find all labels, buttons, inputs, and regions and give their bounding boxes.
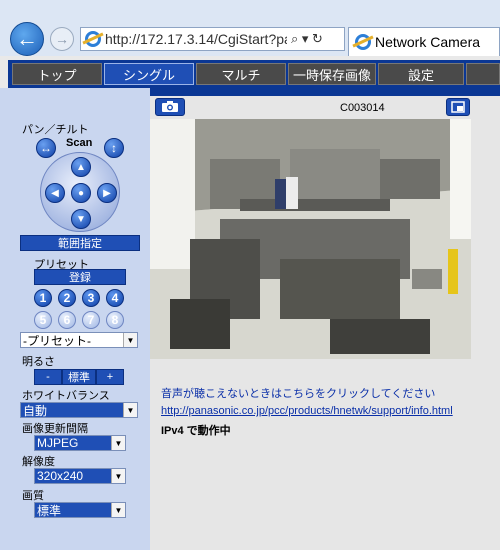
scan-label: Scan: [66, 137, 93, 149]
vertical-arrows-icon: ↕: [111, 141, 117, 155]
horizontal-arrows-icon: ↔: [40, 141, 52, 155]
fullscreen-icon: [451, 101, 465, 113]
pan-left-button[interactable]: ◀: [45, 183, 65, 203]
brightness-plus-button[interactable]: +: [96, 369, 124, 385]
pan-tilt-pad: ▲ ◀ ● ▶ ▼: [40, 152, 120, 232]
chevron-down-icon: ▼: [111, 469, 125, 483]
refresh-interval-select[interactable]: MJPEG ▼: [34, 435, 126, 451]
tab-ie-icon: [355, 34, 371, 50]
chevron-down-icon: ▼: [111, 436, 125, 450]
tab-single[interactable]: シングル: [104, 63, 194, 85]
home-dot-icon: ●: [77, 187, 85, 199]
resolution-value: 320x240: [35, 469, 111, 483]
brightness-standard-button[interactable]: 標準: [62, 369, 96, 385]
refresh-interval-label: 画像更新間隔: [22, 423, 88, 435]
chevron-down-icon: ▼: [123, 403, 137, 417]
white-balance-value: 自動: [21, 403, 123, 417]
resolution-label: 解像度: [22, 456, 55, 468]
quality-select[interactable]: 標準 ▼: [34, 502, 126, 518]
horizontal-scan-button[interactable]: ↔: [36, 138, 56, 158]
audio-notice-link[interactable]: 音声が聴こえないときはこちらをクリックしてください: [161, 385, 435, 401]
tilt-down-button[interactable]: ▼: [71, 209, 91, 229]
preset-5-button[interactable]: 5: [34, 311, 52, 329]
chevron-down-icon: ▼: [123, 333, 137, 347]
right-arrow-icon: ▶: [103, 187, 111, 199]
preset-2-button[interactable]: 2: [58, 289, 76, 307]
preset-select[interactable]: -プリセット- ▼: [20, 332, 138, 348]
tab-overflow[interactable]: [466, 63, 500, 85]
down-arrow-icon: ▼: [76, 213, 86, 225]
brightness-label: 明るさ: [22, 356, 55, 368]
white-balance-select[interactable]: 自動 ▼: [20, 402, 138, 418]
forward-arrow-icon: →: [55, 31, 69, 47]
camera-name: C003014: [340, 102, 385, 114]
browser-chrome: ← → http://172.17.3.14/CgiStart?pag ⌕ ▾ …: [0, 0, 500, 56]
home-position-button[interactable]: ●: [71, 183, 91, 203]
tab-settings[interactable]: 設定: [378, 63, 464, 85]
pan-tilt-label: パン／チルト: [22, 124, 89, 136]
address-tools-icons[interactable]: ⌕ ▾ ↻: [291, 31, 323, 47]
snapshot-button[interactable]: [155, 98, 185, 116]
refresh-interval-value: MJPEG: [35, 436, 111, 450]
tab-title: Network Camera: [375, 34, 481, 50]
ipv4-status: IPv4 で動作中: [161, 425, 231, 437]
quality-value: 標準: [35, 503, 111, 517]
back-arrow-icon: ←: [16, 26, 38, 51]
resolution-select[interactable]: 320x240 ▼: [34, 468, 126, 484]
address-bar[interactable]: http://172.17.3.14/CgiStart?pag ⌕ ▾ ↻: [80, 27, 345, 51]
preset-8-button[interactable]: 8: [106, 311, 124, 329]
quality-label: 画質: [22, 490, 44, 502]
left-arrow-icon: ◀: [51, 187, 59, 199]
preset-6-button[interactable]: 6: [58, 311, 76, 329]
preset-1-button[interactable]: 1: [34, 289, 52, 307]
support-url-link[interactable]: http://panasonic.co.jp/pcc/products/hnet…: [161, 405, 453, 417]
pan-right-button[interactable]: ▶: [97, 183, 117, 203]
live-camera-image[interactable]: [150, 119, 471, 359]
address-text[interactable]: http://172.17.3.14/CgiStart?pag: [105, 31, 287, 47]
camera-icon: [162, 101, 178, 112]
tilt-up-button[interactable]: ▲: [71, 157, 91, 177]
preset-select-value: -プリセット-: [23, 333, 91, 348]
tab-buffered-images[interactable]: 一時保存画像: [288, 63, 376, 85]
up-arrow-icon: ▲: [76, 161, 86, 173]
warehouse-scene-image: [150, 119, 471, 359]
chevron-down-icon: ▼: [111, 503, 125, 517]
fullscreen-button[interactable]: [446, 98, 470, 116]
tab-top[interactable]: トップ: [12, 63, 102, 85]
white-balance-label: ホワイトバランス: [22, 390, 110, 402]
preset-7-button[interactable]: 7: [82, 311, 100, 329]
brightness-minus-button[interactable]: -: [34, 369, 62, 385]
browser-tab[interactable]: Network Camera: [348, 27, 500, 56]
back-button[interactable]: ←: [10, 22, 44, 56]
range-button[interactable]: 範囲指定: [20, 235, 140, 251]
forward-button[interactable]: →: [50, 27, 74, 51]
preset-4-button[interactable]: 4: [106, 289, 124, 307]
vertical-scan-button[interactable]: ↕: [104, 138, 124, 158]
register-button[interactable]: 登録: [34, 269, 126, 285]
preset-3-button[interactable]: 3: [82, 289, 100, 307]
ie-page-icon: [85, 31, 101, 47]
tab-multi[interactable]: マルチ: [196, 63, 286, 85]
